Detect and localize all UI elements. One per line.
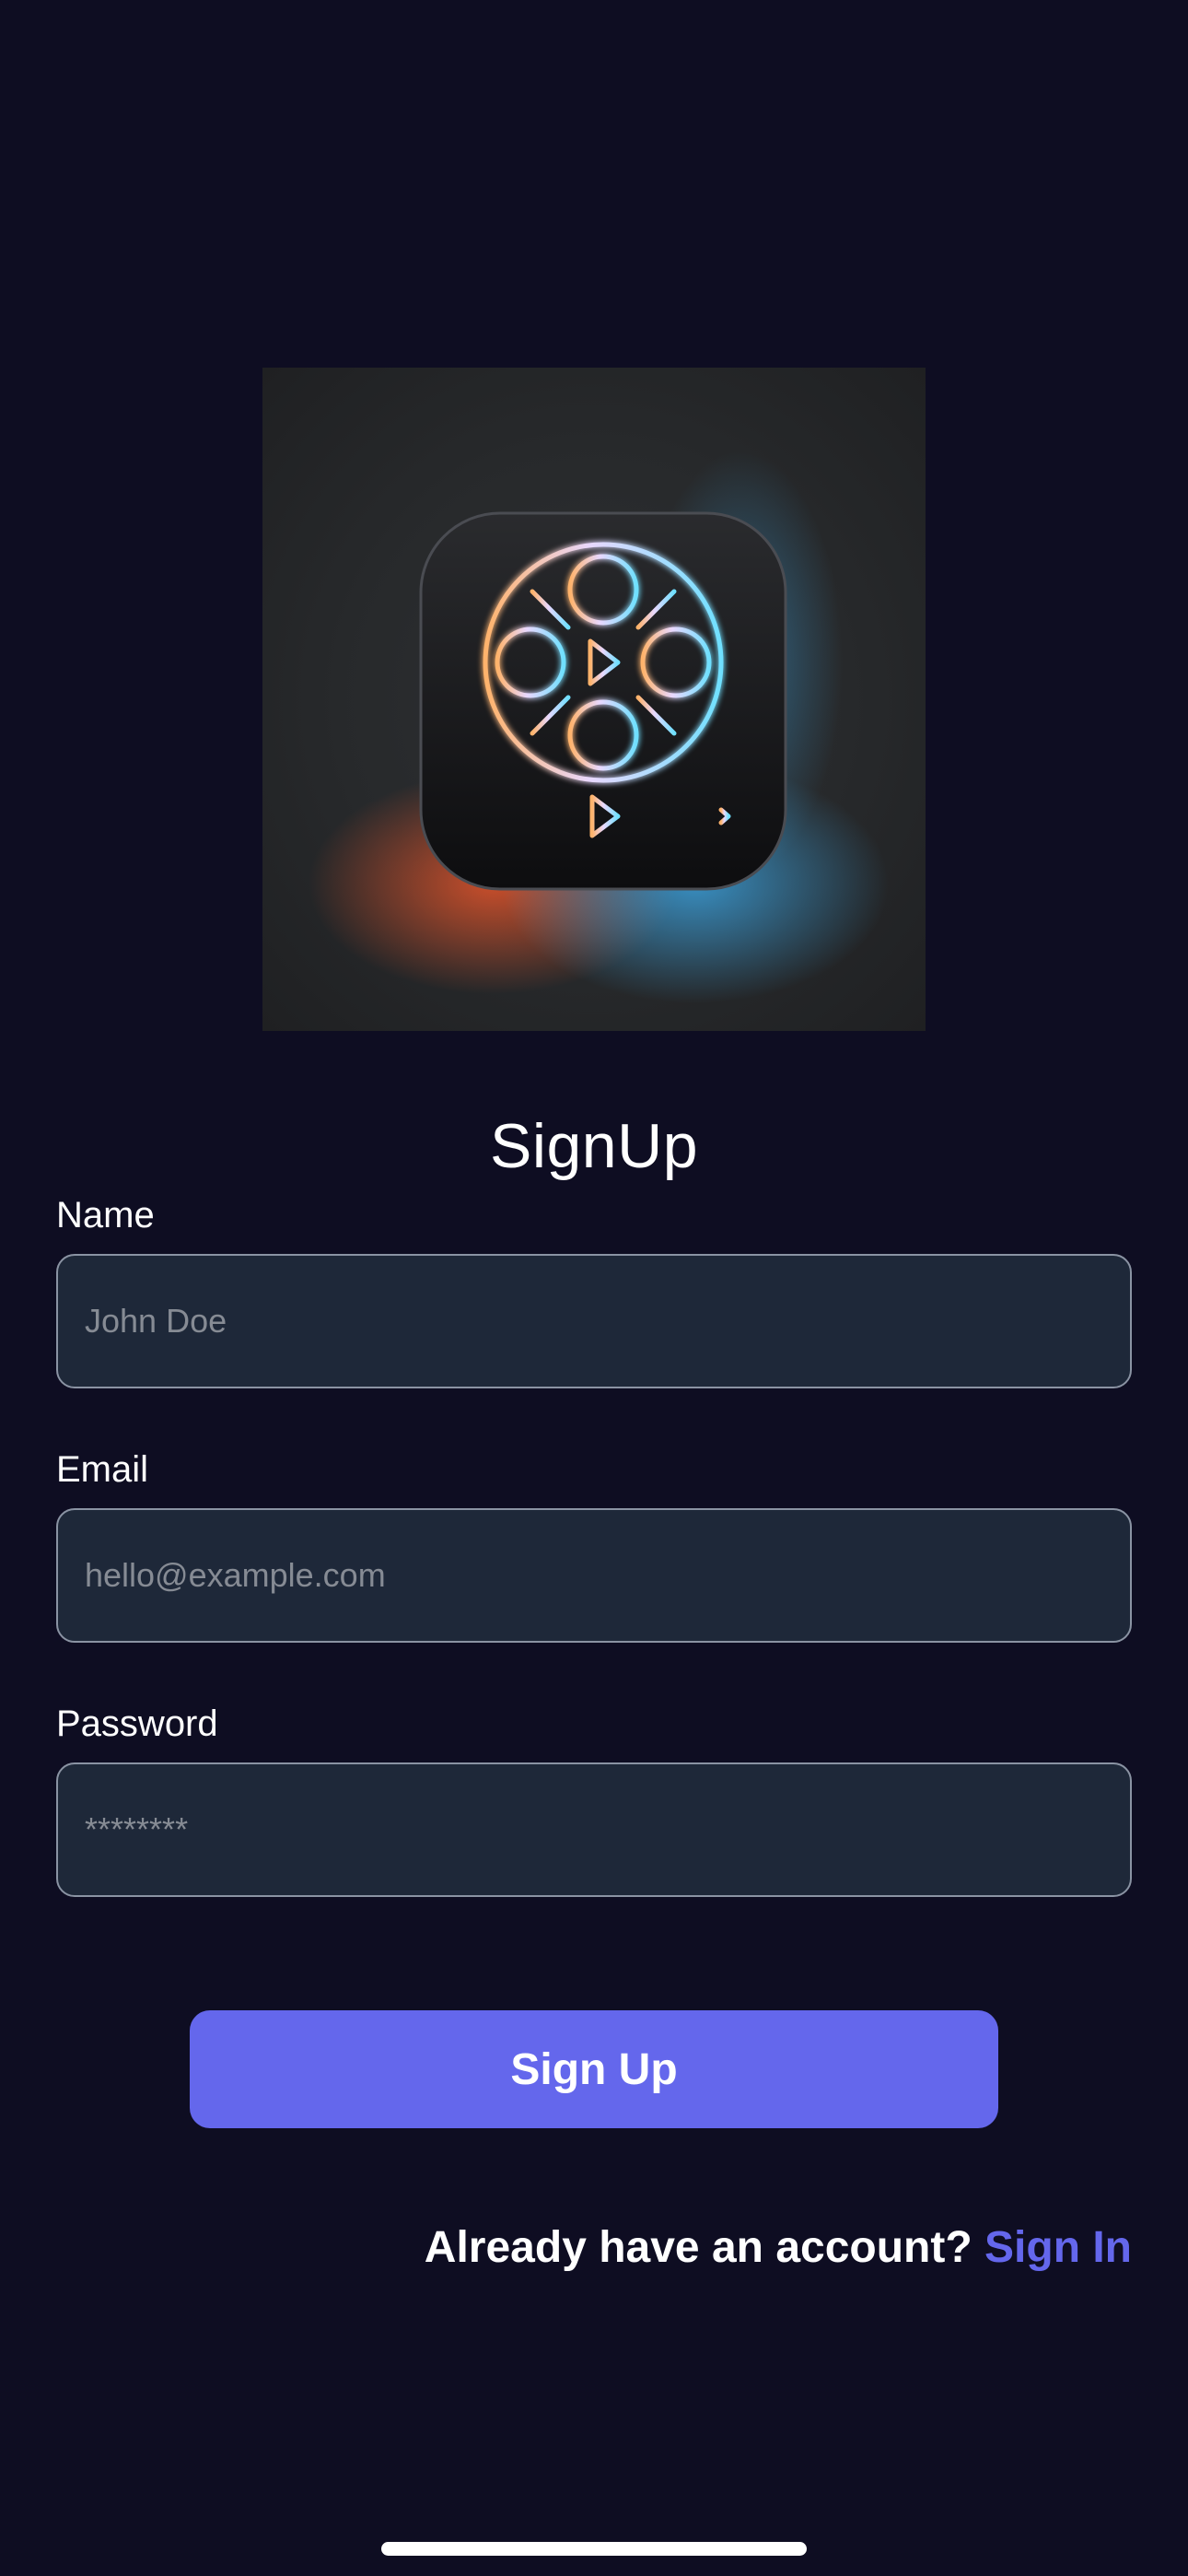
sign-up-button[interactable]: Sign Up (190, 2010, 998, 2128)
email-input[interactable] (56, 1508, 1132, 1643)
password-input[interactable] (56, 1762, 1132, 1897)
home-indicator[interactable] (381, 2542, 807, 2556)
account-prompt-text: Already have an account? (424, 2223, 973, 2272)
name-input[interactable] (56, 1254, 1132, 1388)
app-logo (262, 368, 926, 1031)
sign-in-prompt: Already have an account? Sign In (425, 2222, 1132, 2273)
page-title: SignUp (489, 1111, 699, 1181)
film-reel-play-icon (309, 451, 889, 1003)
signup-screen: SignUp Name Email Password Sign Up Alrea… (0, 0, 1188, 2576)
password-label: Password (56, 1704, 218, 1744)
email-label: Email (56, 1449, 149, 1490)
name-label: Name (56, 1195, 155, 1235)
sign-in-link[interactable]: Sign In (984, 2223, 1132, 2272)
